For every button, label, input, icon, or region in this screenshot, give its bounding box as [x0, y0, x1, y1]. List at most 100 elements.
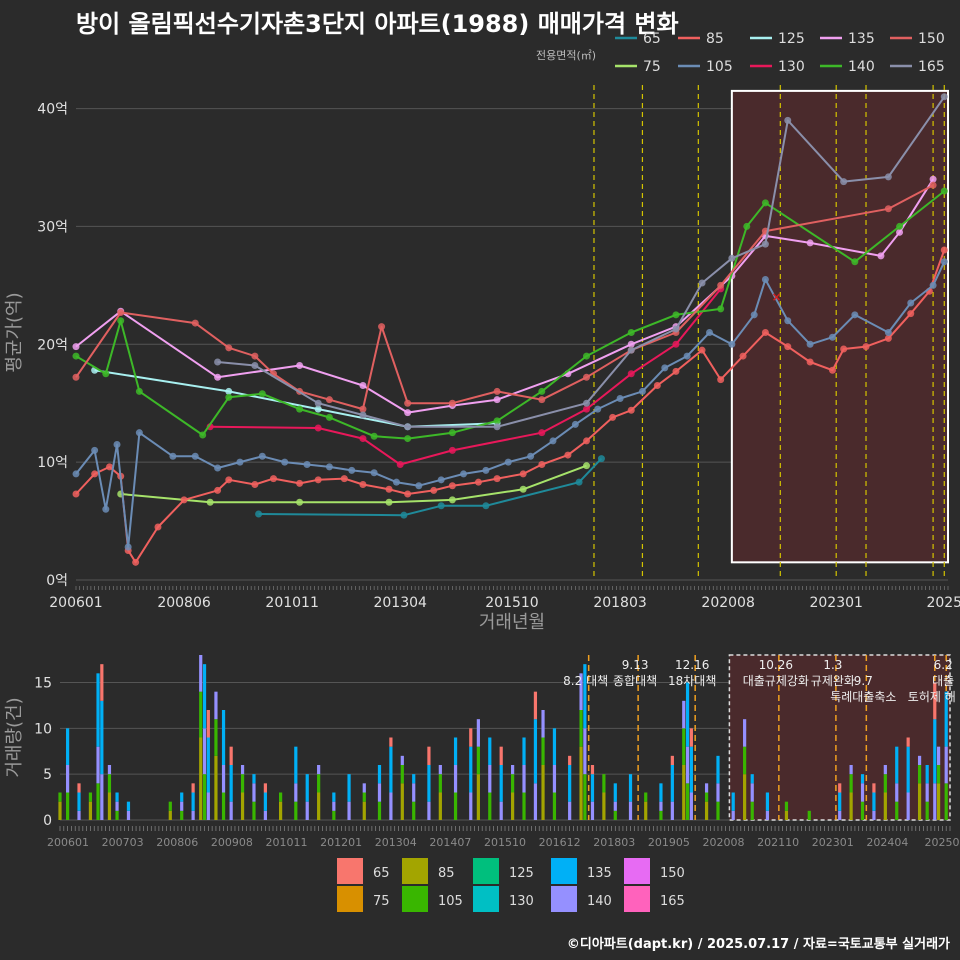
volume-y-tick-label: 5	[43, 767, 52, 783]
price-point-75	[206, 498, 214, 506]
volume-bar-segment	[100, 700, 104, 775]
volume-legend-swatch-165	[624, 886, 650, 912]
volume-bar-segment	[659, 810, 663, 820]
volume-bar-segment	[917, 783, 922, 820]
volume-bar-segment	[590, 765, 595, 775]
volume-bar-segment	[412, 774, 416, 784]
volume-bar-segment	[96, 673, 100, 747]
price-point-150	[191, 319, 199, 327]
volume-bar-segment	[191, 810, 195, 820]
price-point-85	[214, 486, 222, 494]
volume-bar-segment	[438, 792, 442, 820]
legend-label-105: 105	[706, 59, 733, 75]
volume-bar-segment	[613, 801, 617, 811]
price-x-tick-label: 201011	[265, 595, 318, 611]
legend-label-140: 140	[848, 59, 875, 75]
price-point-135	[296, 362, 304, 369]
volume-bar-segment	[263, 792, 267, 811]
volume-bar-segment	[568, 755, 572, 765]
price-point-105	[348, 466, 356, 474]
volume-bar-segment	[488, 765, 492, 793]
price-point-105	[303, 461, 311, 468]
price-point-105	[113, 440, 121, 448]
volume-bar-segment	[670, 801, 674, 820]
volume-bar-segment	[332, 810, 336, 820]
legend-label-65: 65	[643, 31, 661, 47]
volume-bar-segment	[77, 792, 81, 811]
price-point-85	[359, 481, 367, 489]
price-point-85	[180, 496, 188, 504]
volume-bar-segment	[685, 783, 690, 820]
volume-bar-segment	[613, 810, 617, 820]
volume-bar-segment	[689, 792, 693, 820]
legend-title: 전용면적(㎡)	[536, 49, 596, 62]
volume-bar-segment	[427, 765, 431, 802]
volume-bar-segment	[126, 810, 131, 820]
price-point-165	[404, 423, 412, 431]
price-point-65	[437, 502, 445, 510]
volume-legend-swatch-125	[473, 858, 499, 884]
price-point-140	[717, 305, 725, 313]
price-point-105	[72, 470, 80, 478]
volume-bar-segment	[412, 801, 416, 820]
volume-x-tick-label: 201011	[266, 836, 308, 849]
price-point-150	[493, 387, 501, 395]
volume-bar-segment	[168, 801, 172, 811]
volume-bar-segment	[628, 801, 633, 820]
legend-label-75: 75	[643, 59, 661, 75]
price-point-140	[296, 405, 304, 413]
price-point-165	[728, 254, 736, 262]
price-point-165	[761, 240, 769, 248]
price-y-axis-title: 평균가(억)	[4, 292, 25, 372]
price-point-165	[840, 178, 848, 186]
volume-bar-segment	[229, 801, 233, 820]
volume-bar-segment	[332, 792, 336, 802]
volume-x-tick-label: 201304	[375, 836, 417, 849]
volume-bar-segment	[602, 792, 606, 820]
volume-bar-segment	[731, 810, 735, 820]
volume-bar-segment	[199, 737, 203, 820]
volume-bar-segment	[317, 792, 321, 820]
volume-policy-annotation: 6.2	[934, 658, 953, 672]
volume-bar-segment	[906, 737, 910, 747]
volume-bar-segment	[88, 801, 93, 820]
volume-bar-segment	[469, 728, 473, 747]
price-point-85	[761, 329, 769, 336]
price-x-tick-label: 201803	[593, 595, 646, 611]
volume-bar-segment	[533, 719, 538, 784]
price-point-85	[538, 461, 546, 468]
volume-bar-segment	[488, 792, 492, 820]
price-point-140	[851, 258, 859, 266]
price-point-105	[169, 452, 177, 460]
volume-bar-segment	[743, 774, 747, 820]
price-point-85	[739, 352, 747, 360]
price-point-165	[627, 346, 635, 354]
volume-bar-segment	[716, 783, 720, 802]
price-point-150	[225, 344, 233, 352]
volume-bar-segment	[704, 783, 709, 793]
volume-bar-segment	[568, 801, 572, 820]
volume-bar-segment	[511, 792, 515, 820]
volume-bar-segment	[807, 810, 811, 820]
price-point-105	[102, 505, 110, 513]
volume-bar-segment	[252, 783, 256, 802]
price-point-165	[940, 93, 948, 101]
volume-bar-segment	[180, 792, 184, 802]
price-point-165	[214, 358, 222, 366]
volume-bar-segment	[659, 801, 663, 811]
volume-bar-segment	[944, 746, 948, 784]
volume-bar-segment	[883, 792, 887, 820]
price-point-85	[940, 246, 948, 254]
price-x-tick-label: 202008	[701, 595, 754, 611]
volume-bar-segment	[849, 792, 853, 820]
volume-bar-segment	[294, 746, 298, 784]
price-point-140	[896, 222, 904, 230]
volume-bar-segment	[66, 792, 70, 820]
volume-legend-swatch-85	[402, 858, 428, 884]
volume-bar-segment	[883, 774, 887, 793]
price-point-105	[828, 333, 836, 341]
volume-legend-label-65: 65	[373, 866, 390, 881]
volume-bar-segment	[377, 801, 382, 820]
volume-bar-segment	[191, 783, 195, 793]
price-point-165	[698, 279, 706, 287]
